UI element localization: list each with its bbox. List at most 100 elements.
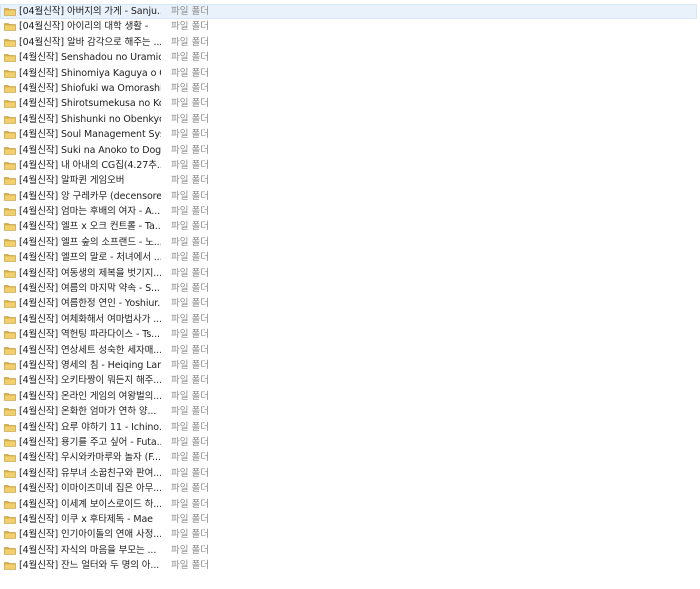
folder-icon: [4, 485, 16, 493]
folder-icon: [4, 8, 16, 16]
folder-icon: [4, 100, 16, 109]
folder-icon: [4, 254, 16, 263]
file-name: [4월신작] 이세계 보이스로이드 하...: [19, 498, 161, 510]
file-type: 파일 폴더: [171, 129, 209, 141]
file-row[interactable]: [4월신작] 엘프 숲의 소프랜드 - 노... 파일 폴더: [0, 235, 700, 250]
file-name: [4월신작] 온라인 게임의 여왕벌의...: [19, 390, 161, 402]
folder-icon: [4, 500, 16, 509]
file-name: [4월신작] 우시와카마루와 놀자 (F...: [19, 452, 161, 464]
file-name: [4월신작] 이마이즈미네 집은 아무...: [19, 483, 161, 495]
file-list: [04월신작] 아버지의 가게 - Sanju... 파일 폴더 [04월신작]…: [0, 4, 700, 573]
folder-icon: [4, 162, 16, 170]
file-row[interactable]: [4월신작] 이마이즈미네 집은 아무... 파일 폴더: [0, 481, 700, 496]
file-type: 파일 폴더: [171, 529, 209, 541]
file-type: 파일 폴더: [171, 452, 209, 464]
folder-icon: [4, 331, 16, 340]
file-row[interactable]: [4월신작] 이세계 보이스로이드 하... 파일 폴더: [0, 497, 700, 512]
file-row[interactable]: [4월신작] Shinomiya Kaguya o Go... 파일 폴더: [0, 66, 700, 81]
folder-icon: [4, 469, 16, 478]
file-type: 파일 폴더: [171, 513, 209, 525]
folder-icon: [4, 531, 16, 540]
file-type: 파일 폴더: [171, 21, 209, 33]
file-row[interactable]: [4월신작] 인기아이돌의 연애 사정... 파일 폴더: [0, 527, 700, 542]
file-row[interactable]: [4월신작] 영세의 침 - Heiqing Lan... 파일 폴더: [0, 358, 700, 373]
file-row[interactable]: [4월신작] Senshadou no Uramichi... 파일 폴더: [0, 50, 700, 65]
folder-icon: [4, 239, 16, 247]
file-row[interactable]: [4월신작] 여체화해서 여마법사가 ... 파일 폴더: [0, 312, 700, 327]
file-row[interactable]: [4월신작] 온라인 게임의 여왕벌의... 파일 폴더: [0, 389, 700, 404]
file-type: 파일 폴더: [171, 82, 209, 94]
file-type: 파일 폴더: [171, 113, 209, 125]
file-row[interactable]: [4월신작] 엘프 x 오크 컨트롤 - Ta... 파일 폴더: [0, 219, 700, 234]
file-name: [4월신작] 오키타짱이 뭐든지 해주...: [19, 375, 161, 387]
file-name: [4월신작] 내 아내의 CG집(4.27추...: [19, 159, 161, 171]
file-name: [4월신작] Soul Management Syst...: [19, 129, 161, 141]
file-name: [04월신작] 알바 감각으로 해주는 ...: [19, 36, 161, 48]
file-name: [4월신작] 알파퀸 게임오버: [19, 175, 125, 187]
file-row[interactable]: [4월신작] 여름한정 연인 - Yoshiur... 파일 폴더: [0, 296, 700, 311]
file-row[interactable]: [4월신작] 내 아내의 CG집(4.27추... 파일 폴더: [0, 158, 700, 173]
file-name: [4월신작] Shirotsumekusa no Koi...: [19, 98, 161, 110]
file-row[interactable]: [4월신작] 엄마는 후배의 여자 - A... 파일 폴더: [0, 204, 700, 219]
file-row[interactable]: [4월신작] 연상세트 성숙한 세자매... 파일 폴더: [0, 343, 700, 358]
file-type: 파일 폴더: [171, 144, 209, 156]
file-type: 파일 폴더: [171, 283, 209, 295]
file-type: 파일 폴더: [171, 498, 209, 510]
file-row[interactable]: [4월신작] 여름의 마지막 약속 - S... 파일 폴더: [0, 281, 700, 296]
file-type: 파일 폴더: [171, 329, 209, 341]
file-name: [4월신작] 온화한 엄마가 연하 양...: [19, 406, 157, 418]
file-name: [4월신작] Shiofuki wa Omorashi n...: [19, 82, 161, 94]
file-row[interactable]: [04월신작] 아이리의 대학 생활 - 파일 폴더: [0, 19, 700, 34]
file-row[interactable]: [4월신작] Shishunki no Obenkyou... 파일 폴더: [0, 112, 700, 127]
file-name: [4월신작] Suki na Anoko to Doge...: [19, 144, 161, 156]
folder-icon: [4, 69, 16, 78]
file-type: 파일 폴더: [171, 159, 209, 171]
file-type: 파일 폴더: [171, 467, 209, 479]
file-row[interactable]: [4월신작] 이쿠 x 후타제독 - Mae 파일 폴더: [0, 512, 700, 527]
file-row[interactable]: [4월신작] 용기를 주고 싶어 - Futa... 파일 폴더: [0, 435, 700, 450]
file-name: [4월신작] 잔느 얼터와 두 명의 아...: [19, 560, 160, 572]
folder-icon: [4, 392, 16, 401]
file-row[interactable]: [4월신작] Suki na Anoko to Doge... 파일 폴더: [0, 143, 700, 158]
folder-icon: [4, 85, 16, 93]
file-type: 파일 폴더: [171, 98, 209, 110]
file-name: [4월신작] 용기를 주고 싶어 - Futa...: [19, 436, 161, 448]
file-row[interactable]: [4월신작] 우시와카마루와 놀자 (F... 파일 폴더: [0, 450, 700, 465]
file-name: [4월신작] 영세의 침 - Heiqing Lan...: [19, 359, 161, 371]
folder-icon: [4, 423, 16, 432]
folder-icon: [4, 546, 16, 555]
file-name: [4월신작] 연상세트 성숙한 세자매...: [19, 344, 161, 356]
folder-icon: [4, 177, 16, 186]
folder-icon: [4, 362, 16, 370]
file-type: 파일 폴더: [171, 236, 209, 248]
file-row[interactable]: [4월신작] 엘프의 말로 - 처녀에서 ... 파일 폴더: [0, 250, 700, 265]
file-type: 파일 폴더: [171, 359, 209, 371]
file-row[interactable]: [4월신작] Shirotsumekusa no Koi... 파일 폴더: [0, 96, 700, 111]
file-name: [4월신작] 엘프 숲의 소프랜드 - 노...: [19, 236, 161, 248]
file-row[interactable]: [4월신작] 알파퀸 게임오버 파일 폴더: [0, 173, 700, 188]
file-row[interactable]: [4월신작] 오키타짱이 뭐든지 해주... 파일 폴더: [0, 373, 700, 388]
file-row[interactable]: [4월신작] 요루 야하기 11 - Ichino... 파일 폴더: [0, 420, 700, 435]
file-row[interactable]: [4월신작] 역헌팅 파라다이스 - Ts... 파일 폴더: [0, 327, 700, 342]
file-name: [4월신작] 인기아이돌의 연애 사정...: [19, 529, 161, 541]
file-type: 파일 폴더: [171, 252, 209, 264]
file-type: 파일 폴더: [171, 52, 209, 64]
folder-icon: [4, 377, 16, 386]
file-type: 파일 폴더: [171, 390, 209, 402]
folder-icon: [4, 23, 16, 32]
file-row[interactable]: [4월신작] Soul Management Syst... 파일 폴더: [0, 127, 700, 142]
file-row[interactable]: [04월신작] 아버지의 가게 - Sanju... 파일 폴더: [0, 4, 697, 20]
file-type: 파일 폴더: [171, 221, 209, 233]
file-row[interactable]: [04월신작] 알바 감각으로 해주는 ... 파일 폴더: [0, 35, 700, 50]
folder-icon: [4, 439, 16, 447]
file-name: [04월신작] 아이리의 대학 생활 -: [19, 21, 149, 33]
file-row[interactable]: [4월신작] 앙 구레카무 (decensore... 파일 폴더: [0, 189, 700, 204]
file-row[interactable]: [4월신작] 유부녀 소꿉친구와 판여... 파일 폴더: [0, 466, 700, 481]
file-type: 파일 폴더: [171, 206, 209, 218]
file-row[interactable]: [4월신작] Shiofuki wa Omorashi n... 파일 폴더: [0, 81, 700, 96]
file-name: [4월신작] 앙 구레카무 (decensore...: [19, 190, 161, 202]
file-row[interactable]: [4월신작] 여동생의 제복을 벗기지... 파일 폴더: [0, 266, 700, 281]
file-row[interactable]: [4월신작] 온화한 엄마가 연하 양... 파일 폴더: [0, 404, 700, 419]
file-row[interactable]: [4월신작] 잔느 얼터와 두 명의 아... 파일 폴더: [0, 558, 700, 573]
file-row[interactable]: [4월신작] 자식의 마음을 부모는 ... 파일 폴더: [0, 543, 700, 558]
